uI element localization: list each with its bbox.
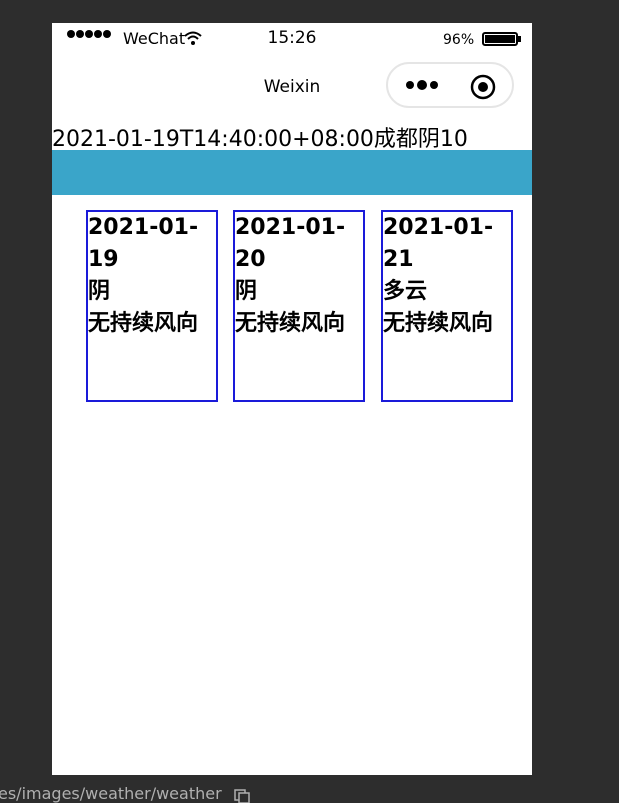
page-path-bar: es/images/weather/weather [0, 782, 619, 803]
more-options-icon[interactable] [405, 78, 439, 92]
forecast-date: 2021-01-21 [383, 215, 494, 272]
status-bar: WeChat 15:26 96% [52, 23, 532, 55]
close-miniprogram-icon[interactable] [470, 74, 496, 100]
forecast-wind: 无持续风向 [88, 311, 199, 336]
header-band [52, 150, 532, 195]
copy-icon[interactable] [234, 789, 250, 803]
battery-percentage: 96% [443, 32, 475, 48]
menu-capsule [386, 62, 514, 108]
forecast-wind: 无持续风向 [383, 311, 494, 336]
forecast-weather: 多云 [383, 279, 428, 304]
forecast-weather: 阴 [235, 279, 258, 304]
forecast-card: 2021-01-20 阴 无持续风向 [233, 210, 365, 402]
current-weather-info: 2021-01-19T14:40:00+08:00成都阴10 [52, 127, 468, 152]
forecast-date: 2021-01-19 [88, 215, 199, 272]
forecast-date: 2021-01-20 [235, 215, 346, 272]
page-path: es/images/weather/weather [0, 784, 222, 803]
navigation-bar: Weixin [52, 59, 532, 115]
forecast-card: 2021-01-19 阴 无持续风向 [86, 210, 218, 402]
forecast-list: 2021-01-19 阴 无持续风向 2021-01-20 阴 无持续风向 20… [86, 210, 516, 402]
forecast-weather: 阴 [88, 279, 111, 304]
phone-simulator: WeChat 15:26 96% Weixin 2021-01-19T14:40… [52, 23, 532, 775]
page-title: Weixin [263, 77, 321, 97]
forecast-wind: 无持续风向 [235, 311, 346, 336]
forecast-card: 2021-01-21 多云 无持续风向 [381, 210, 513, 402]
battery-icon [482, 32, 521, 46]
